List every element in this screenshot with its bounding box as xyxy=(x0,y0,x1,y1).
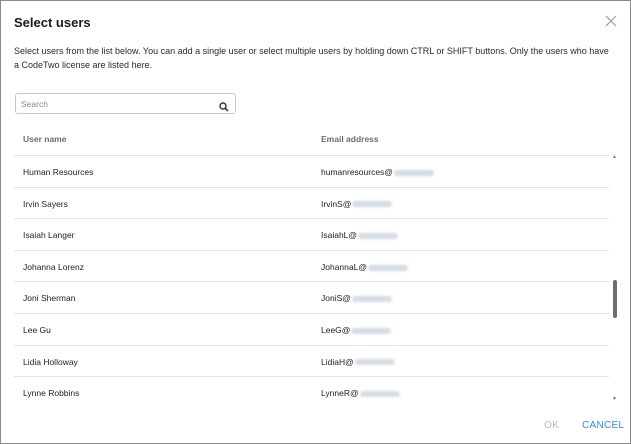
redacted-domain xyxy=(367,264,408,271)
redacted-domain xyxy=(359,390,400,397)
redacted-domain xyxy=(352,201,393,208)
user-name-cell: Lee Gu xyxy=(23,324,51,335)
user-name-cell: Lynne Robbins xyxy=(23,388,80,399)
redacted-domain xyxy=(351,296,392,303)
email-cell: LeeG@ xyxy=(321,325,392,335)
email-cell: LidiaH@ xyxy=(321,357,395,367)
ok-button[interactable]: OK xyxy=(544,420,559,431)
email-cell: humanresources@ xyxy=(321,167,434,177)
scroll-up-arrow-icon[interactable]: ▴ xyxy=(613,154,617,160)
redacted-domain xyxy=(351,327,392,334)
redacted-domain xyxy=(354,359,395,366)
email-cell: IrvinS@ xyxy=(321,199,393,209)
close-icon[interactable] xyxy=(604,14,618,28)
dialog-description: Select users from the list below. You ca… xyxy=(14,46,609,70)
table-row[interactable]: Lidia Holloway LidiaH@ xyxy=(14,344,609,377)
dialog-title: Select users xyxy=(14,15,91,30)
scrollbar-thumb[interactable] xyxy=(613,280,617,318)
user-name-cell: Irvin Sayers xyxy=(23,198,68,209)
table-row[interactable]: Lynne Robbins LynneR@ xyxy=(14,376,609,403)
table-row[interactable]: Joni Sherman JoniS@ xyxy=(14,281,609,313)
user-name-cell: Isaiah Langer xyxy=(23,230,75,241)
table-row[interactable]: Human Resources humanresources@ xyxy=(14,155,609,187)
table-row[interactable]: Irvin Sayers IrvinS@ xyxy=(14,186,609,219)
user-name-cell: Human Resources xyxy=(23,167,94,177)
email-cell: JoniS@ xyxy=(321,293,392,303)
user-name-cell: Lidia Holloway xyxy=(23,356,78,367)
users-list: Human Resources humanresources@ Irvin Sa… xyxy=(14,155,609,403)
user-name-cell: Johanna Lorenz xyxy=(23,261,84,272)
cancel-button[interactable]: CANCEL xyxy=(582,420,624,431)
select-users-dialog: Select users Select users from the list … xyxy=(0,0,631,444)
table-row[interactable]: Johanna Lorenz JohannaL@ xyxy=(14,249,609,282)
scroll-down-arrow-icon[interactable]: ▾ xyxy=(613,396,617,402)
column-header-user-name[interactable]: User name xyxy=(23,134,66,144)
table-row[interactable]: Lee Gu LeeG@ xyxy=(14,312,609,345)
email-cell: JohannaL@ xyxy=(321,262,408,272)
user-name-cell: Joni Sherman xyxy=(23,293,76,304)
email-cell: LynneR@ xyxy=(321,388,400,398)
table-row[interactable]: Isaiah Langer IsaiahL@ xyxy=(14,218,609,250)
search-box xyxy=(15,93,236,114)
redacted-domain xyxy=(358,232,399,239)
column-header-email-address[interactable]: Email address xyxy=(321,134,379,144)
email-cell: IsaiahL@ xyxy=(321,230,399,240)
search-input[interactable] xyxy=(16,94,216,113)
search-icon[interactable] xyxy=(219,99,229,112)
redacted-domain xyxy=(393,169,434,176)
